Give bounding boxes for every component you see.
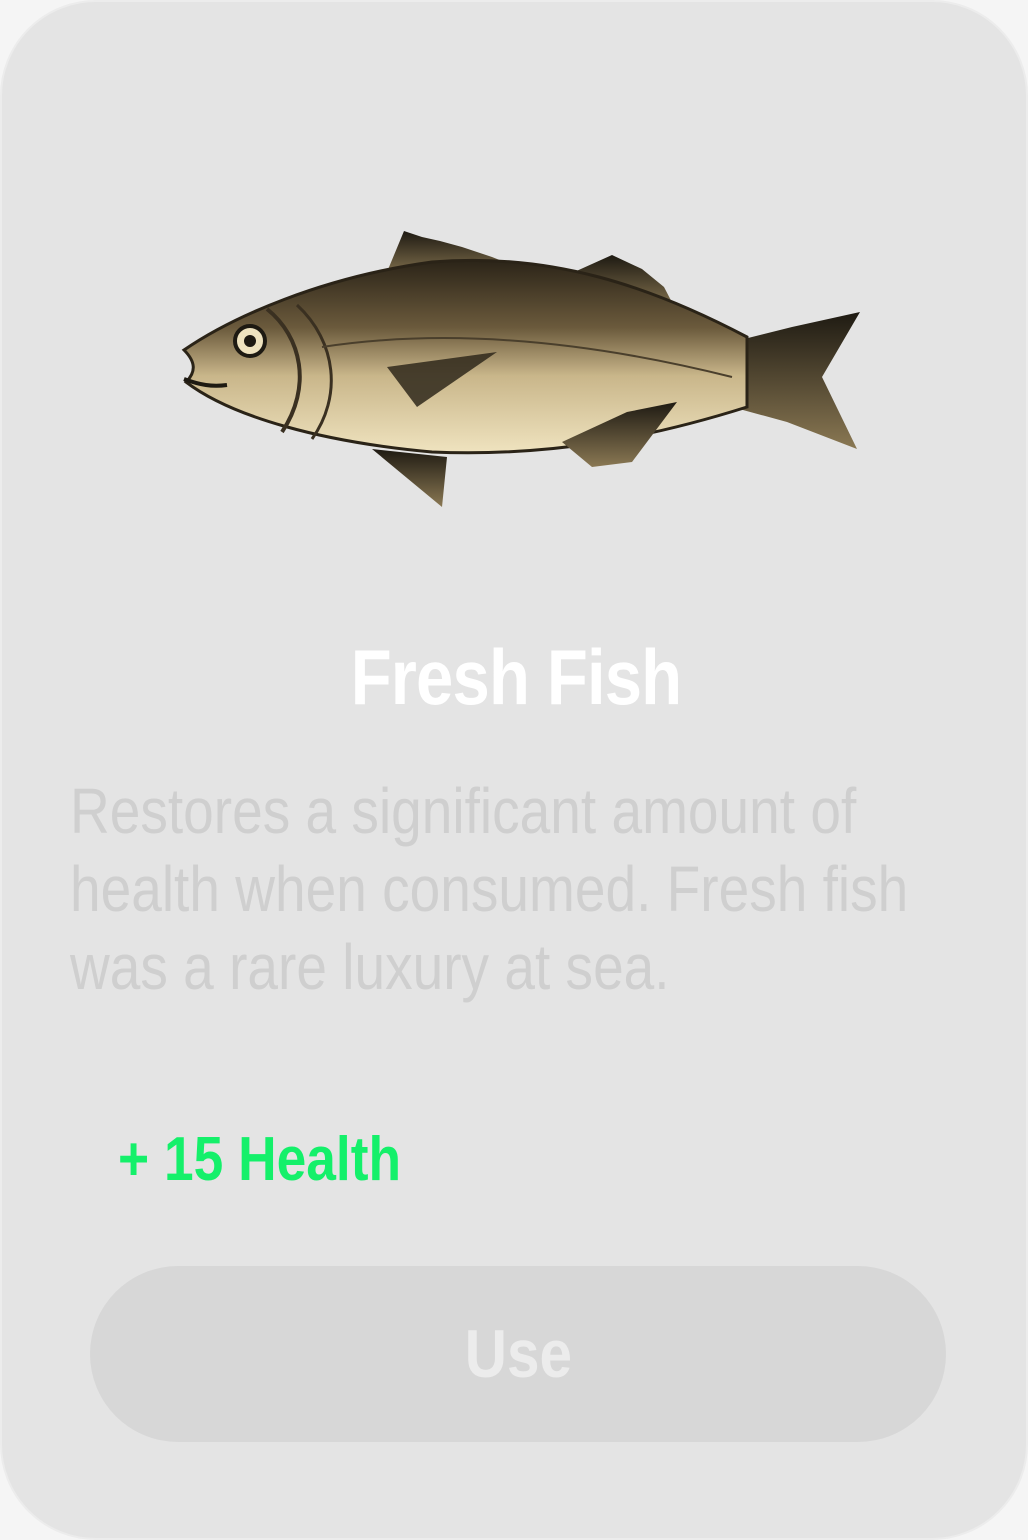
- item-title: Fresh Fish: [350, 633, 682, 721]
- description-line: was a rare luxury at sea.: [70, 931, 670, 1003]
- item-description: Restores a significant amount of health …: [70, 772, 939, 1006]
- health-effect: + 15 Health: [118, 1125, 402, 1194]
- fish-icon: [172, 217, 872, 517]
- use-button-label: Use: [464, 1316, 572, 1392]
- description-line: Restores a significant amount of: [70, 775, 857, 847]
- use-button[interactable]: Use: [90, 1266, 946, 1442]
- description-line: health when consumed. Fresh fish: [70, 853, 909, 925]
- item-card: Fresh Fish Restores a significant amount…: [0, 0, 1028, 1540]
